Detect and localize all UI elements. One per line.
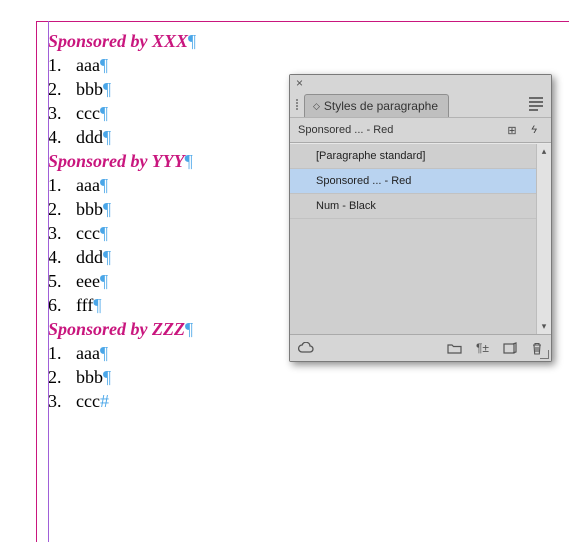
close-icon[interactable]: × [296, 77, 303, 89]
clear-overrides-icon[interactable]: ¶± [476, 341, 489, 355]
style-list-item[interactable]: [Paragraphe standard] [290, 144, 536, 169]
resize-handle-icon[interactable] [539, 349, 549, 359]
panel-menu-icon[interactable] [527, 95, 545, 113]
paragraph-styles-panel: × ◇ Styles de paragraphe Sponsored ... -… [289, 74, 552, 362]
list-item[interactable]: 2.bbb¶ [48, 365, 557, 389]
style-list-item[interactable]: Num - Black [290, 194, 536, 219]
tab-paragraph-styles[interactable]: ◇ Styles de paragraphe [304, 94, 449, 117]
scroll-down-icon[interactable]: ▾ [542, 319, 547, 334]
scroll-up-icon[interactable]: ▴ [542, 144, 547, 159]
panel-footer: ¶± [290, 334, 551, 361]
styles-list[interactable]: [Paragraphe standard]Sponsored ... - Red… [290, 144, 536, 334]
section-heading[interactable]: Sponsored by XXX¶ [48, 29, 557, 53]
quick-apply-icon[interactable]: ϟ [525, 122, 543, 138]
panel-grip-icon[interactable] [296, 99, 298, 110]
new-style-icon[interactable] [503, 342, 517, 354]
new-style-boxed-icon[interactable]: ⊞ [503, 122, 521, 138]
panel-tabbar: ◇ Styles de paragraphe [290, 91, 551, 117]
style-list-item[interactable]: Sponsored ... - Red [290, 169, 536, 194]
panel-expander-icon[interactable]: ◇ [313, 101, 320, 112]
new-group-icon[interactable] [447, 342, 462, 354]
list-item[interactable]: 3.ccc# [48, 389, 557, 413]
tab-label: Styles de paragraphe [324, 99, 438, 113]
panel-titlebar[interactable]: × [290, 75, 551, 91]
panel-filter-row: Sponsored ... - Red ⊞ ϟ [290, 117, 551, 143]
current-style-label: Sponsored ... - Red [298, 124, 393, 136]
cc-libraries-icon[interactable] [298, 342, 314, 354]
scrollbar[interactable]: ▴ ▾ [536, 144, 551, 334]
